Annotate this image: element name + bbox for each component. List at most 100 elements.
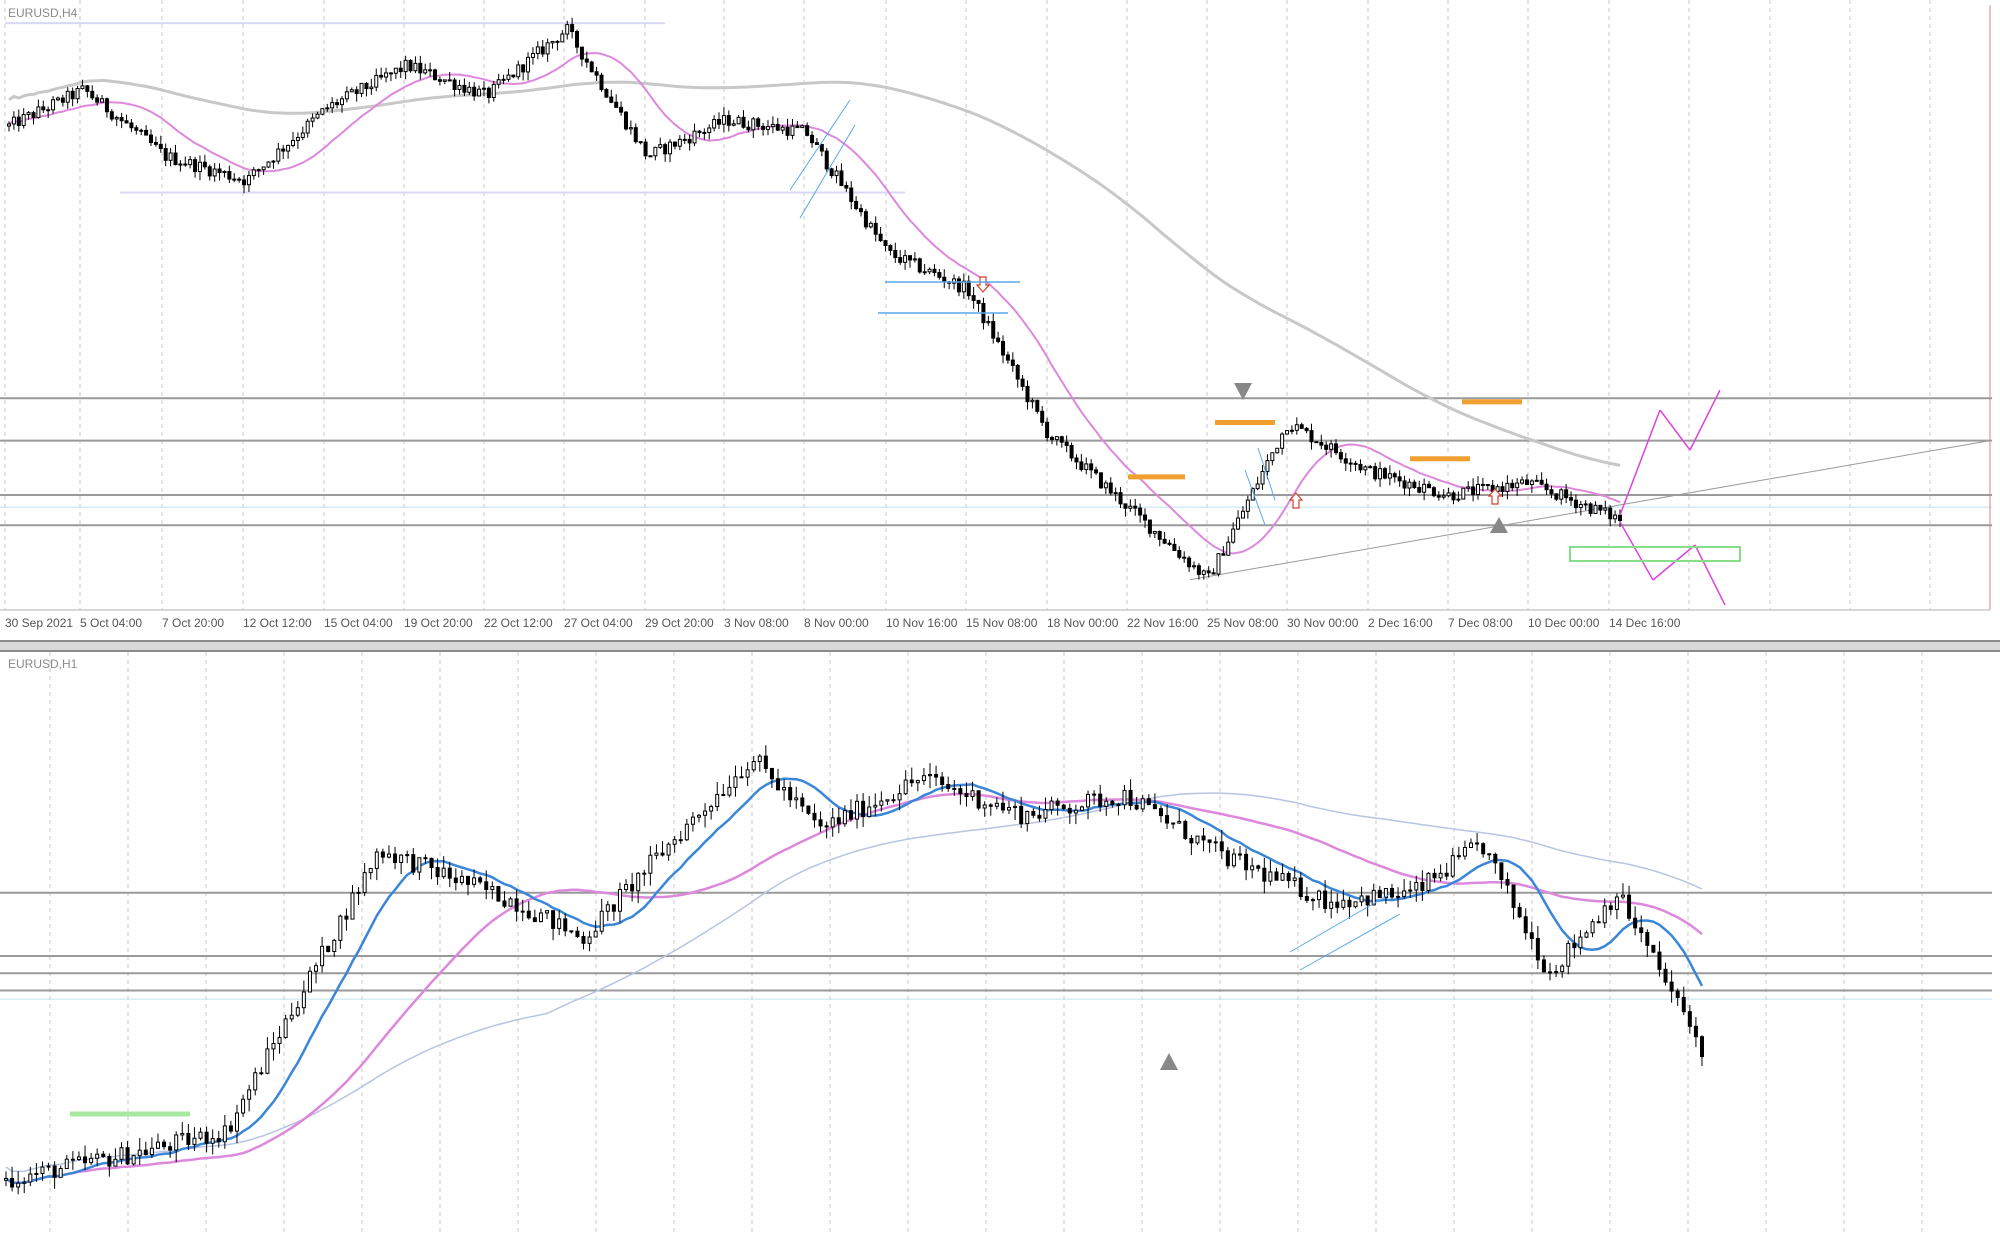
h1-candle <box>295 1007 300 1016</box>
h1-candle <box>1432 872 1437 879</box>
h4-time-tick-label: 29 Oct 20:00 <box>645 616 714 630</box>
h4-candle <box>1436 495 1441 498</box>
h1-candle <box>143 1149 148 1156</box>
h1-candle <box>1347 899 1352 908</box>
h1-candle <box>1590 921 1595 934</box>
h4-candle <box>991 321 996 339</box>
h1-candle <box>538 912 543 923</box>
h4-candle <box>1554 493 1559 500</box>
h4-time-tick-label: 7 Dec 08:00 <box>1448 616 1513 630</box>
h1-candle <box>1475 842 1480 845</box>
h1-candle <box>575 930 580 937</box>
h4-candle <box>672 141 677 147</box>
h1-candle <box>557 918 562 929</box>
h1-candle <box>1268 871 1273 882</box>
h4-candle <box>41 106 46 111</box>
h1-candle <box>10 1178 15 1188</box>
h4-candle <box>790 125 795 136</box>
h4-candle <box>21 114 26 127</box>
h4-candle <box>393 67 398 74</box>
h4-candle <box>261 166 266 171</box>
h4-candle <box>898 257 903 263</box>
h1-candle <box>563 918 568 932</box>
h4-candle <box>100 98 105 103</box>
h4-candle <box>344 91 349 100</box>
h1-candle <box>715 794 720 808</box>
h1-candle <box>168 1146 173 1151</box>
h4-candle <box>1515 482 1520 489</box>
h4-candle <box>95 97 100 103</box>
h1-candle <box>125 1147 130 1165</box>
h1-candle <box>1104 800 1109 807</box>
h1-candle <box>751 761 756 771</box>
h1-candle <box>1250 865 1255 871</box>
h1-candle <box>1000 802 1005 811</box>
h1-candle <box>1359 895 1364 903</box>
panel-separator[interactable] <box>0 640 2000 652</box>
h4-time-tick-label: 15 Nov 08:00 <box>966 616 1038 630</box>
h4-candle <box>785 126 790 136</box>
h4-candle <box>1412 481 1417 489</box>
h4-candle <box>1422 483 1427 493</box>
h1-candle <box>812 812 817 821</box>
h4-candle <box>1309 430 1314 443</box>
h1-candle <box>484 881 489 891</box>
h4-candle <box>1005 354 1010 361</box>
h4-candle <box>1427 483 1432 489</box>
h1-candle <box>1693 1025 1698 1038</box>
h1-candle <box>4 1178 8 1181</box>
h1-candle <box>411 854 416 873</box>
h1-candle <box>666 843 671 856</box>
h4-candle <box>134 127 139 131</box>
h1-candle <box>593 930 598 938</box>
h4-candle <box>129 122 134 129</box>
h4-candle <box>330 102 335 109</box>
h4-candle <box>491 83 496 99</box>
h1-candle <box>386 853 391 858</box>
h1-candle <box>1219 841 1224 852</box>
h4-chart-svg[interactable]: 30 Sep 2021 5 Oct 04:00 7 Oct 20:00 12 Oct … <box>0 0 2000 640</box>
h1-candle <box>210 1138 215 1144</box>
h4-candle <box>775 123 780 131</box>
h4-candle <box>663 144 668 155</box>
h4-candle <box>428 69 433 72</box>
h1-candle <box>1274 871 1279 881</box>
h4-chart-panel[interactable]: 30 Sep 2021 5 Oct 04:00 7 Oct 20:00 12 Oct … <box>0 0 2000 640</box>
h1-candle <box>1608 905 1613 910</box>
h4-candle <box>1182 556 1187 559</box>
h1-candle <box>1627 894 1632 919</box>
h4-candle <box>1147 519 1152 534</box>
h1-candle <box>1487 853 1492 856</box>
h1-candle <box>149 1147 154 1156</box>
h4-candle <box>961 280 966 293</box>
h1-candle <box>581 935 586 944</box>
h1-candle <box>909 779 914 784</box>
h4-candle <box>442 79 447 82</box>
h1-candle <box>1548 971 1553 974</box>
h4-candle <box>511 74 516 78</box>
h1-candle <box>465 875 470 885</box>
h1-chart-svg[interactable]: EURUSD,H1 <box>0 652 2000 1234</box>
h1-candle <box>192 1137 197 1145</box>
h4-candle <box>854 200 859 210</box>
h4-candle <box>1206 570 1211 574</box>
h4-candle <box>315 113 320 119</box>
h1-candle <box>1444 872 1449 877</box>
h1-candle <box>1086 793 1091 808</box>
h1-candle <box>459 875 464 884</box>
h1-chart-panel[interactable]: EURUSD,H1 <box>0 652 2000 1234</box>
h1-candle <box>946 784 951 789</box>
h1-candle <box>1511 884 1516 908</box>
h1-candle <box>703 810 708 816</box>
h4-time-tick-label: 30 Sep 2021 <box>5 616 73 630</box>
h1-candle <box>1450 855 1455 877</box>
h1-candle <box>605 904 610 912</box>
h4-candle <box>1382 468 1387 479</box>
h4-candle <box>976 299 981 304</box>
h4-candle <box>90 90 95 99</box>
h4-candle <box>633 127 638 143</box>
h4-candle <box>1270 452 1275 462</box>
h4-candle <box>1431 487 1436 497</box>
h1-candle <box>405 854 410 857</box>
h1-candle <box>1207 839 1212 843</box>
